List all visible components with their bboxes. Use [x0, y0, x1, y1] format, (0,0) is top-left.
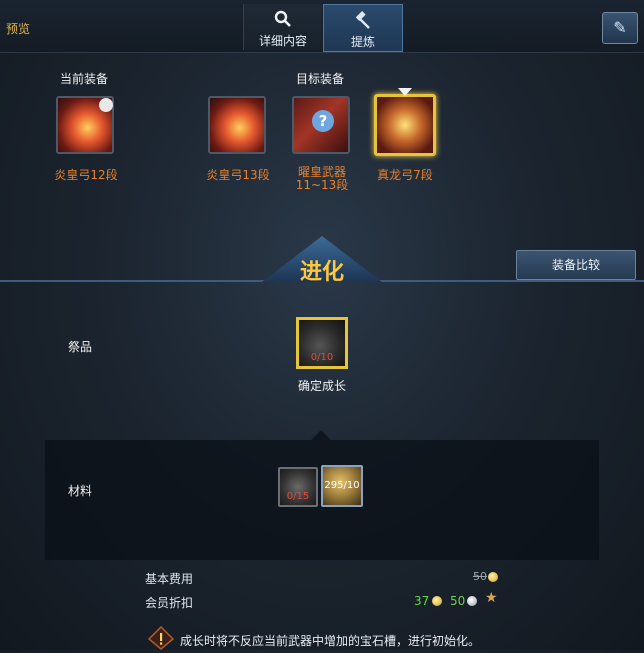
- evolve-title: 进化: [299, 260, 344, 285]
- tab-refine[interactable]: 提炼: [323, 4, 403, 52]
- target-equipment-name-3: 真龙弓7段: [377, 168, 433, 182]
- target-equipment-name-2: 曜皇武器11~13段: [295, 165, 349, 192]
- question-mark-icon: ?: [312, 110, 334, 132]
- current-equipment-title: 当前装备: [60, 72, 109, 86]
- target-equipment-slot-3[interactable]: [374, 94, 436, 156]
- top-bar: [0, 0, 644, 53]
- compare-equipment-button[interactable]: 装备比较: [516, 250, 636, 280]
- materials-panel-arrow: [311, 430, 331, 440]
- member-silver-value: 50: [450, 594, 466, 608]
- current-equipment-name: 炎皇弓12段: [54, 168, 118, 182]
- preview-label: 预览: [6, 22, 31, 36]
- bow-item-icon: [377, 97, 433, 153]
- membership-star-icon: ★: [485, 590, 498, 606]
- tool-button[interactable]: ✎: [602, 12, 638, 44]
- selected-indicator-icon: [398, 88, 412, 96]
- warning-message: 成长时将不反应当前武器中增加的宝石槽，进行初始化。: [180, 634, 481, 648]
- warning-icon: [147, 625, 175, 650]
- tab-details-label: 详细内容: [258, 34, 307, 48]
- sacrifice-label: 祭品: [68, 340, 93, 354]
- gold-coin-icon: [432, 596, 442, 606]
- tab-details[interactable]: 详细内容: [243, 4, 322, 50]
- wrench-icon: ✎: [613, 18, 627, 37]
- silver-coin-icon: [467, 596, 477, 606]
- target-equipment-name-1: 炎皇弓13段: [206, 168, 270, 182]
- target-equipment-title: 目标装备: [296, 72, 345, 86]
- member-discount-label: 会员折扣: [145, 596, 194, 610]
- material-count-2: 295/10: [324, 480, 360, 491]
- tab-refine-label: 提炼: [350, 35, 375, 49]
- sacrifice-count: 0/10: [310, 352, 334, 363]
- bow-item-icon: [210, 98, 264, 152]
- base-fee-value: 50: [473, 570, 487, 583]
- sacrifice-caption: 确定成长: [297, 379, 346, 393]
- hammer-icon: [324, 11, 402, 33]
- material-count-1: 0/15: [286, 491, 310, 502]
- user-icon: [99, 98, 113, 112]
- target-equipment-slot-2[interactable]: ?: [292, 96, 350, 154]
- target-equipment-slot-1[interactable]: [208, 96, 266, 154]
- base-fee-label: 基本费用: [145, 572, 194, 586]
- magnifier-icon: [244, 10, 322, 32]
- gold-coin-icon: [488, 572, 498, 582]
- materials-label: 材料: [68, 484, 93, 498]
- member-gold-value: 37: [414, 594, 430, 608]
